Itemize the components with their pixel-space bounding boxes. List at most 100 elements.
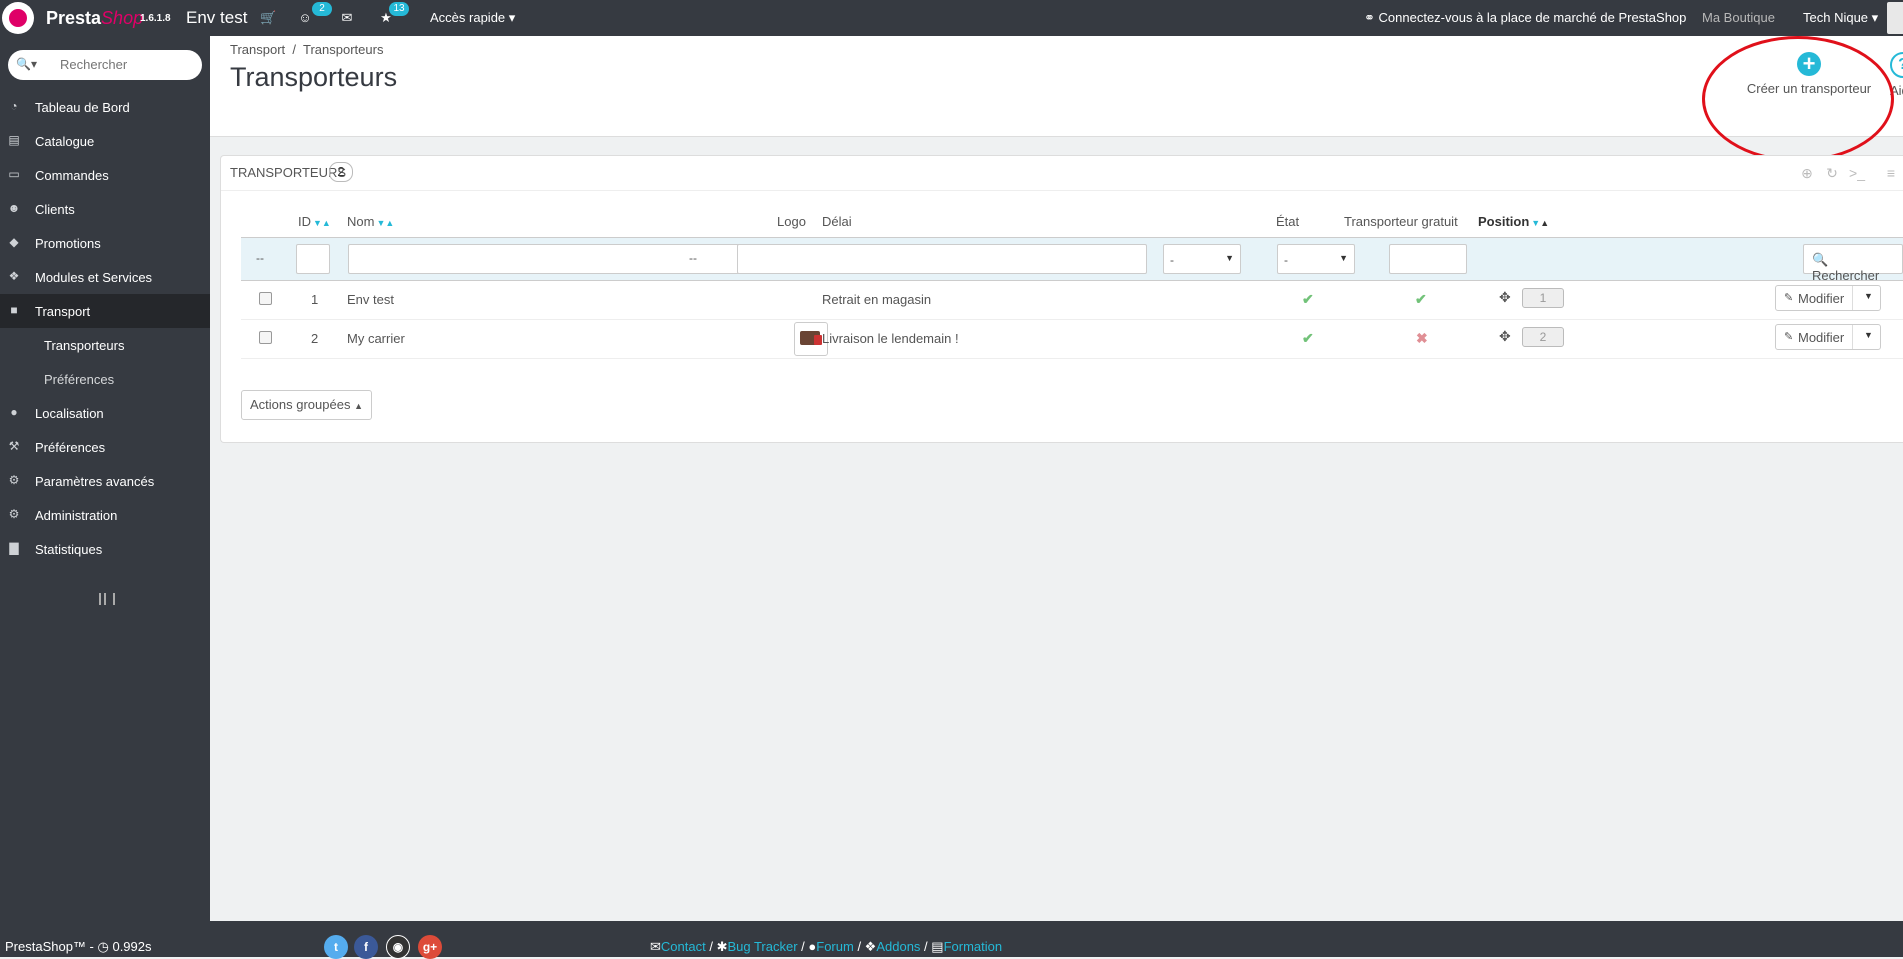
refresh-icon[interactable]: ↻ xyxy=(1824,165,1840,181)
footer-link-bug-tracker[interactable]: Bug Tracker xyxy=(727,939,797,954)
cell-delay: Livraison le lendemain ! xyxy=(822,331,959,346)
sidebar-item-customers[interactable]: ☻ Clients xyxy=(0,192,210,226)
filter-id-input[interactable] xyxy=(296,244,330,274)
caret-down-icon: ▼ xyxy=(1339,253,1348,263)
table-row[interactable]: 2 My carrier Livraison le lendemain ! ✔ … xyxy=(241,319,1903,359)
edit-button[interactable]: ✎ Modifier ▼ xyxy=(1775,285,1881,311)
filter-free-select[interactable]: - ▼ xyxy=(1277,244,1355,274)
footer-link-forum[interactable]: Forum xyxy=(816,939,854,954)
puzzle-icon: ❖ xyxy=(8,269,20,283)
drag-move-icon[interactable]: ✥ xyxy=(1499,289,1511,306)
filter-delay-input[interactable] xyxy=(737,244,1147,274)
sidebar-item-catalog[interactable]: ▤ Catalogue xyxy=(0,124,210,158)
facebook-icon[interactable]: f xyxy=(354,935,378,959)
sidebar-search[interactable]: 🔍▾ xyxy=(8,50,202,80)
footer-brand: PrestaShop™ - ◷ 0.992s xyxy=(5,939,152,954)
column-header-id[interactable]: ID ▼▲ xyxy=(298,214,331,229)
github-icon[interactable]: ◉ xyxy=(386,935,410,959)
breadcrumb-carriers[interactable]: Transporteurs xyxy=(303,42,383,57)
panel-count-badge: 2 xyxy=(329,162,353,182)
filter-position-input[interactable] xyxy=(1389,244,1467,274)
footer-link-addons[interactable]: Addons xyxy=(876,939,920,954)
top-bar: PrestaShop 1.6.1.8 Env test 🛒 ☺ 2 ✉ ★ 13… xyxy=(0,0,1903,36)
twitter-icon[interactable]: t xyxy=(324,935,348,959)
column-header-free-carrier: Transporteur gratuit xyxy=(1344,214,1458,229)
envelope-icon[interactable]: ✉ xyxy=(339,11,355,25)
quick-access-menu[interactable]: Accès rapide ▾ xyxy=(430,10,515,26)
bug-icon: ✱ xyxy=(716,939,728,954)
footer: PrestaShop™ - ◷ 0.992s t f ◉ g+ ✉Contact… xyxy=(0,921,1903,959)
sidebar-item-localization[interactable]: ● Localisation xyxy=(0,396,210,430)
check-icon[interactable]: ✔ xyxy=(1415,291,1427,308)
check-icon[interactable]: ✔ xyxy=(1302,291,1314,308)
brand-name: PrestaShop xyxy=(46,8,144,28)
search-icon: 🔍 xyxy=(1812,252,1829,267)
cell-id: 2 xyxy=(311,331,319,346)
sidebar-subitem-preferences[interactable]: Préférences xyxy=(44,372,114,387)
sidebar-item-advanced-parameters[interactable]: ⚙ Paramètres avancés xyxy=(0,464,210,498)
sidebar-subitem-carriers[interactable]: Transporteurs xyxy=(44,338,124,353)
search-button[interactable]: 🔍 Rechercher xyxy=(1803,244,1903,283)
check-icon[interactable]: ✔ xyxy=(1302,330,1314,347)
cogs-icon: ⚙ xyxy=(8,473,20,487)
users-icon: ☻ xyxy=(7,201,21,215)
my-shop-link[interactable]: Ma Boutique xyxy=(1702,10,1775,25)
caret-down-icon: ▾ xyxy=(508,10,516,25)
google-plus-icon[interactable]: g+ xyxy=(418,935,442,959)
cross-icon[interactable]: ✖ xyxy=(1416,330,1428,347)
table-row[interactable]: 1 Env test Retrait en magasin ✔ ✔ ✥ 1 ✎ … xyxy=(241,280,1903,320)
chain-icon: ⚭ xyxy=(1364,10,1375,25)
cell-id: 1 xyxy=(311,292,319,307)
drag-move-icon[interactable]: ✥ xyxy=(1499,328,1511,345)
search-icon[interactable]: 🔍▾ xyxy=(16,57,40,71)
column-header-position[interactable]: Position ▼▲ xyxy=(1478,214,1549,229)
filter-status-select[interactable]: - ▼ xyxy=(1163,244,1241,274)
edit-button[interactable]: ✎ Modifier ▼ xyxy=(1775,324,1881,350)
highlight-annotation xyxy=(1702,36,1894,162)
breadcrumb-transport[interactable]: Transport xyxy=(230,42,285,57)
dashboard-icon: ◔ xyxy=(10,99,18,113)
column-header-delay: Délai xyxy=(822,214,852,229)
caret-up-icon: ▲ xyxy=(354,401,363,411)
footer-link-contact[interactable]: Contact xyxy=(661,939,706,954)
database-icon[interactable]: ≡ xyxy=(1883,165,1899,181)
caret-down-icon: ▼ xyxy=(1225,253,1234,263)
search-input[interactable] xyxy=(58,56,198,73)
caret-down-icon[interactable]: ▼ xyxy=(1864,330,1873,340)
filter-logo-placeholder: -- xyxy=(689,251,697,265)
sidebar-item-administration[interactable]: ⚙ Administration xyxy=(0,498,210,532)
caret-down-icon: ▾ xyxy=(1871,10,1879,25)
marketplace-link[interactable]: ⚭ Connectez-vous à la place de marché de… xyxy=(1364,10,1686,26)
sort-arrows-icon[interactable]: ▼▲ xyxy=(313,218,331,228)
version-label: 1.6.1.8 xyxy=(140,13,171,24)
prestashop-logo-icon[interactable] xyxy=(2,2,34,34)
sidebar-item-modules[interactable]: ❖ Modules et Services xyxy=(0,260,210,294)
user-menu[interactable]: Tech Nique ▾ xyxy=(1803,10,1878,26)
sidebar-item-preferences[interactable]: ⚒ Préférences xyxy=(0,430,210,464)
row-checkbox[interactable] xyxy=(259,292,272,305)
sidebar: 🔍▾ ◔ Tableau de Bord ▤ Catalogue ▭ Comma… xyxy=(0,36,210,921)
sort-arrows-icon[interactable]: ▼▲ xyxy=(376,218,394,228)
bulk-actions-button[interactable]: Actions groupées ▲ xyxy=(241,390,372,420)
globe-icon: ● xyxy=(10,405,18,419)
add-new-icon[interactable]: ⊕ xyxy=(1799,165,1815,181)
sidebar-item-statistics[interactable]: ▇ Statistiques xyxy=(0,532,210,566)
customers-badge: 2 xyxy=(312,2,332,16)
avatar[interactable] xyxy=(1887,2,1903,34)
column-header-name[interactable]: Nom ▼▲ xyxy=(347,214,394,229)
caret-down-icon[interactable]: ▼ xyxy=(1864,291,1873,301)
sidebar-item-orders[interactable]: ▭ Commandes xyxy=(0,158,210,192)
clock-icon: ◷ xyxy=(97,939,109,954)
sort-arrows-icon[interactable]: ▼▲ xyxy=(1531,218,1549,228)
sidebar-collapse-icon[interactable] xyxy=(99,593,115,605)
customer-icon[interactable]: ☺ xyxy=(297,11,313,25)
cart-icon[interactable]: 🛒 xyxy=(260,11,276,25)
wrench-icon: ⚒ xyxy=(8,439,20,453)
row-checkbox[interactable] xyxy=(259,331,272,344)
sidebar-item-transport[interactable]: ■ Transport xyxy=(0,294,210,328)
sidebar-item-promotions[interactable]: ◆ Promotions xyxy=(0,226,210,260)
sql-query-icon[interactable]: >_ xyxy=(1849,165,1865,181)
sidebar-item-dashboard[interactable]: ◔ Tableau de Bord xyxy=(0,90,210,124)
cell-name: Env test xyxy=(347,292,394,307)
footer-link-training[interactable]: Formation xyxy=(944,939,1003,954)
